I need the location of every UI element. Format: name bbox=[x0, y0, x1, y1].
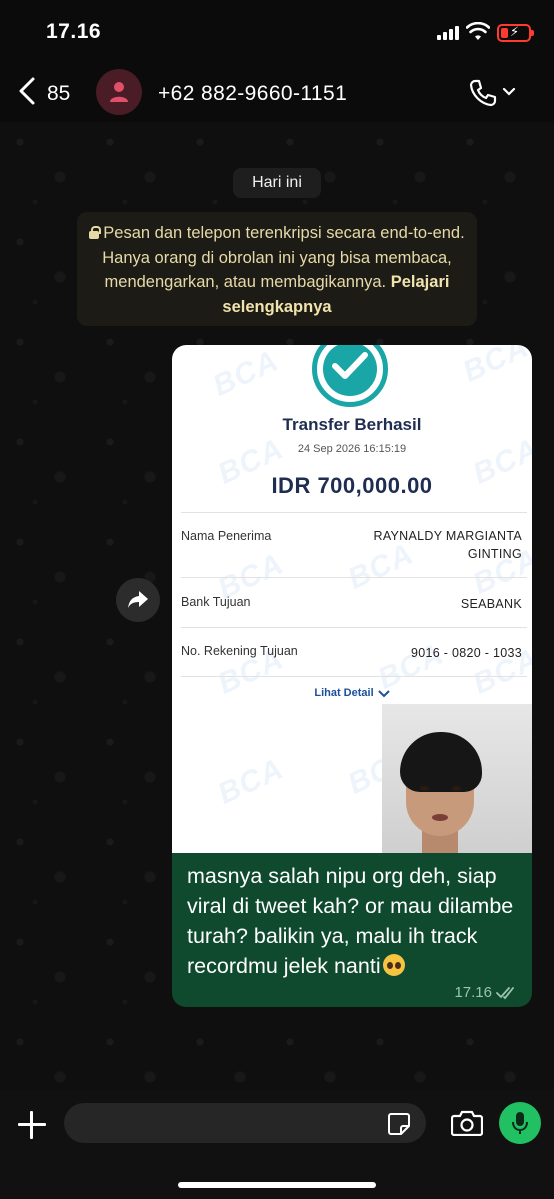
chevron-down-icon[interactable] bbox=[502, 87, 516, 97]
lock-icon bbox=[89, 226, 102, 239]
person-icon bbox=[110, 82, 128, 102]
receipt-row-label: Nama Penerima bbox=[181, 529, 272, 543]
message-input[interactable] bbox=[64, 1103, 426, 1143]
receipt-row-value: 9016 - 0820 - 1033 bbox=[410, 646, 522, 660]
message-timestamp: 17.16 bbox=[454, 984, 492, 1001]
bca-watermark: BCA bbox=[208, 345, 284, 403]
transfer-receipt-image[interactable]: BCA BCA BCA BCA BCA BCA BCA BCA BCA BCA … bbox=[172, 345, 532, 853]
divider bbox=[181, 577, 527, 578]
microphone-button[interactable] bbox=[499, 1102, 541, 1144]
wifi-icon bbox=[466, 22, 490, 40]
view-detail-link: Lihat Detail bbox=[172, 687, 532, 699]
receipt-title: Transfer Berhasil bbox=[282, 415, 422, 434]
message-text: masnya salah nipu org deh, siap viral di… bbox=[187, 864, 514, 978]
date-separator: Hari ini bbox=[233, 168, 321, 198]
divider bbox=[181, 512, 527, 513]
divider bbox=[181, 627, 527, 628]
bca-watermark: BCA bbox=[458, 345, 532, 389]
home-indicator bbox=[178, 1182, 376, 1188]
receipt-row-value: SEABANK bbox=[460, 597, 522, 611]
back-chevron-icon[interactable] bbox=[16, 76, 40, 106]
read-receipt-icon bbox=[496, 987, 514, 1000]
selfie-photo-thumbnail[interactable] bbox=[382, 704, 532, 853]
bca-watermark: BCA bbox=[213, 752, 289, 811]
plus-icon[interactable] bbox=[18, 1111, 46, 1139]
sticker-icon[interactable] bbox=[387, 1112, 411, 1136]
message-input-bar bbox=[0, 1090, 554, 1199]
pleading-face-icon bbox=[382, 954, 405, 976]
chevron-down-icon bbox=[377, 690, 390, 698]
success-check-icon bbox=[312, 345, 388, 407]
encryption-notice[interactable]: Pesan dan telepon terenkripsi secara end… bbox=[77, 212, 477, 326]
microphone-icon bbox=[512, 1112, 528, 1134]
outgoing-message-bubble[interactable]: BCA BCA BCA BCA BCA BCA BCA BCA BCA BCA … bbox=[172, 345, 532, 1007]
status-time: 17.16 bbox=[46, 20, 102, 43]
status-bar: 17.16 ⚡ bbox=[0, 0, 554, 62]
forward-arrow-icon bbox=[128, 591, 148, 608]
phone-icon[interactable] bbox=[468, 78, 498, 108]
battery-icon: ⚡ bbox=[497, 24, 534, 42]
divider bbox=[181, 676, 527, 677]
receipt-date: 24 Sep 2026 16:15:19 bbox=[297, 443, 407, 455]
receipt-row-label: No. Rekening Tujuan bbox=[181, 644, 298, 658]
contact-name[interactable]: +62 882-9660-1151 bbox=[158, 82, 347, 106]
receipt-amount: IDR 700,000.00 bbox=[271, 473, 433, 498]
signal-icon bbox=[437, 26, 459, 40]
unread-count[interactable]: 85 bbox=[47, 82, 70, 106]
forward-button[interactable] bbox=[116, 578, 160, 622]
avatar[interactable] bbox=[96, 69, 142, 115]
receipt-row-label: Bank Tujuan bbox=[181, 595, 251, 609]
chat-header: 85 +62 882-9660-1151 bbox=[0, 62, 554, 122]
camera-icon[interactable] bbox=[451, 1110, 483, 1136]
receipt-row-value: RAYNALDY MARGIANTA GINTING bbox=[373, 529, 522, 561]
